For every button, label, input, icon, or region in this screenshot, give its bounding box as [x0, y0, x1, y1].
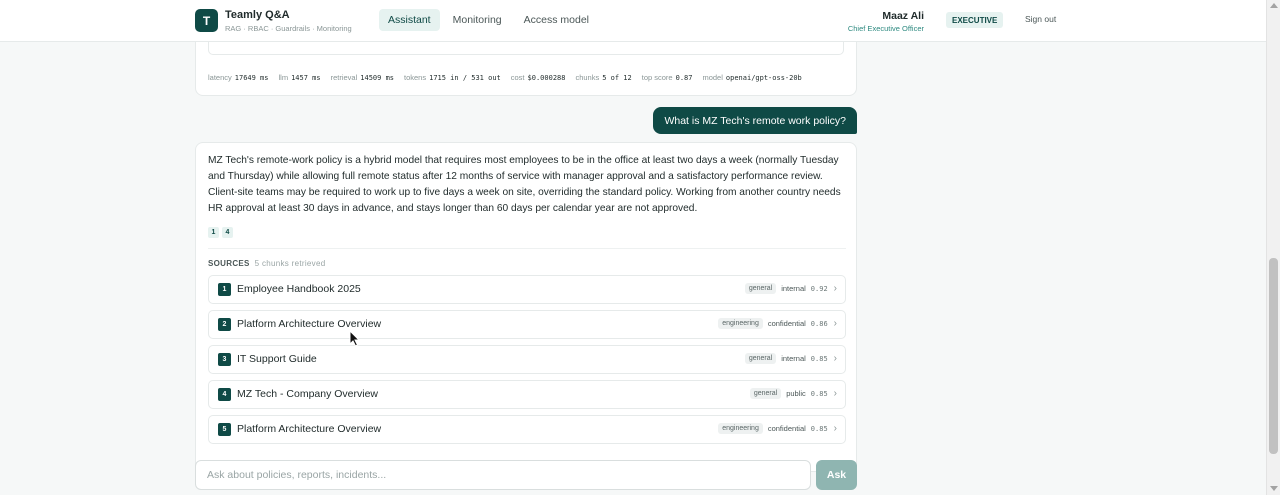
user-message-bubble: What is MZ Tech's remote work policy?: [653, 107, 857, 134]
app-logo: T: [195, 9, 218, 32]
source-title: IT Support Guide: [237, 353, 317, 365]
role-badge: EXECUTIVE: [946, 12, 1004, 28]
source-tag: engineering: [718, 423, 763, 434]
ask-button[interactable]: Ask: [816, 460, 857, 490]
source-number: 5: [218, 423, 231, 436]
metric-cost: cost $0.000288: [510, 73, 566, 82]
source-score: 0.85: [810, 424, 828, 433]
source-row[interactable]: 1 Employee Handbook 2025 general interna…: [208, 275, 846, 304]
page-scrollbar[interactable]: [1266, 0, 1280, 495]
metric-retrieval: retrieval 14509 ms: [330, 73, 394, 82]
chevron-right-icon: ›: [833, 388, 837, 399]
question-input[interactable]: [195, 460, 811, 490]
metric-model: model openai/gpt-oss-20b: [702, 73, 802, 82]
metric-llm: llm 1457 ms: [278, 73, 321, 82]
chevron-right-icon: ›: [833, 318, 837, 329]
source-score: 0.85: [810, 354, 828, 363]
sign-out-button[interactable]: Sign out: [1025, 14, 1056, 24]
metric-tokens: tokens 1715 in / 531 out: [404, 73, 501, 82]
tab-monitoring[interactable]: Monitoring: [444, 9, 511, 31]
source-access: internal: [781, 354, 806, 363]
tab-access-model[interactable]: Access model: [515, 9, 598, 31]
source-title: Platform Architecture Overview: [237, 318, 382, 330]
source-score: 0.85: [810, 389, 828, 398]
answer-card: MZ Tech's remote-work policy is a hybrid…: [195, 142, 857, 472]
source-row[interactable]: 3 IT Support Guide general internal 0.85…: [208, 345, 846, 374]
app-title: Teamly Q&A: [225, 9, 290, 21]
citation-chip[interactable]: 4: [222, 227, 233, 238]
chevron-right-icon: ›: [833, 423, 837, 434]
source-title: Employee Handbook 2025: [237, 283, 361, 295]
scrollbar-thumb[interactable]: [1269, 258, 1278, 454]
scroll-up-icon[interactable]: [1270, 3, 1278, 8]
source-score: 0.86: [810, 319, 828, 328]
scroll-down-icon[interactable]: [1270, 486, 1278, 491]
source-number: 1: [218, 283, 231, 296]
chevron-right-icon: ›: [833, 353, 837, 364]
citation-chip[interactable]: 1: [208, 227, 219, 238]
source-access: confidential: [767, 424, 806, 433]
source-number: 4: [218, 388, 231, 401]
divider: [208, 248, 846, 249]
main-nav: Assistant Monitoring Access model: [379, 9, 598, 31]
metric-latency: latency 17649 ms: [208, 73, 269, 82]
source-tag: general: [744, 283, 777, 294]
source-access: confidential: [767, 319, 806, 328]
tab-assistant[interactable]: Assistant: [379, 9, 440, 31]
response-metrics: latency 17649 ms llm 1457 ms retrieval 1450…: [208, 73, 802, 82]
citation-list: 1 4: [208, 227, 233, 238]
source-score: 0.92: [810, 284, 828, 293]
sources-heading: SOURCES 5 chunks retrieved: [208, 259, 326, 268]
source-title: Platform Architecture Overview: [237, 423, 382, 435]
sources-count: 5 chunks retrieved: [254, 259, 326, 268]
source-row[interactable]: 4 MZ Tech - Company Overview general pub…: [208, 380, 846, 409]
source-access: internal: [781, 284, 806, 293]
source-access: public: [786, 389, 806, 398]
source-number: 3: [218, 353, 231, 366]
app-subtitle: RAG · RBAC · Guardrails · Monitoring: [225, 24, 352, 33]
metric-chunks: chunks 5 of 12: [575, 73, 632, 82]
answer-text: MZ Tech's remote-work policy is a hybrid…: [208, 155, 841, 214]
chevron-right-icon: ›: [833, 283, 837, 294]
source-number: 2: [218, 318, 231, 331]
source-tag: engineering: [718, 318, 763, 329]
source-title: MZ Tech - Company Overview: [237, 388, 379, 400]
app-header: T Teamly Q&A RAG · RBAC · Guardrails · M…: [0, 0, 1266, 42]
source-row[interactable]: 2 Platform Architecture Overview enginee…: [208, 310, 846, 339]
source-tag: general: [744, 353, 777, 364]
user-role: Chief Executive Officer: [847, 24, 924, 33]
source-row[interactable]: 5 Platform Architecture Overview enginee…: [208, 415, 846, 444]
source-tag: general: [749, 388, 782, 399]
metric-top-score: top score 0.87: [641, 73, 693, 82]
mouse-cursor-icon: [349, 330, 360, 347]
user-name: Maaz Ali: [882, 10, 924, 22]
